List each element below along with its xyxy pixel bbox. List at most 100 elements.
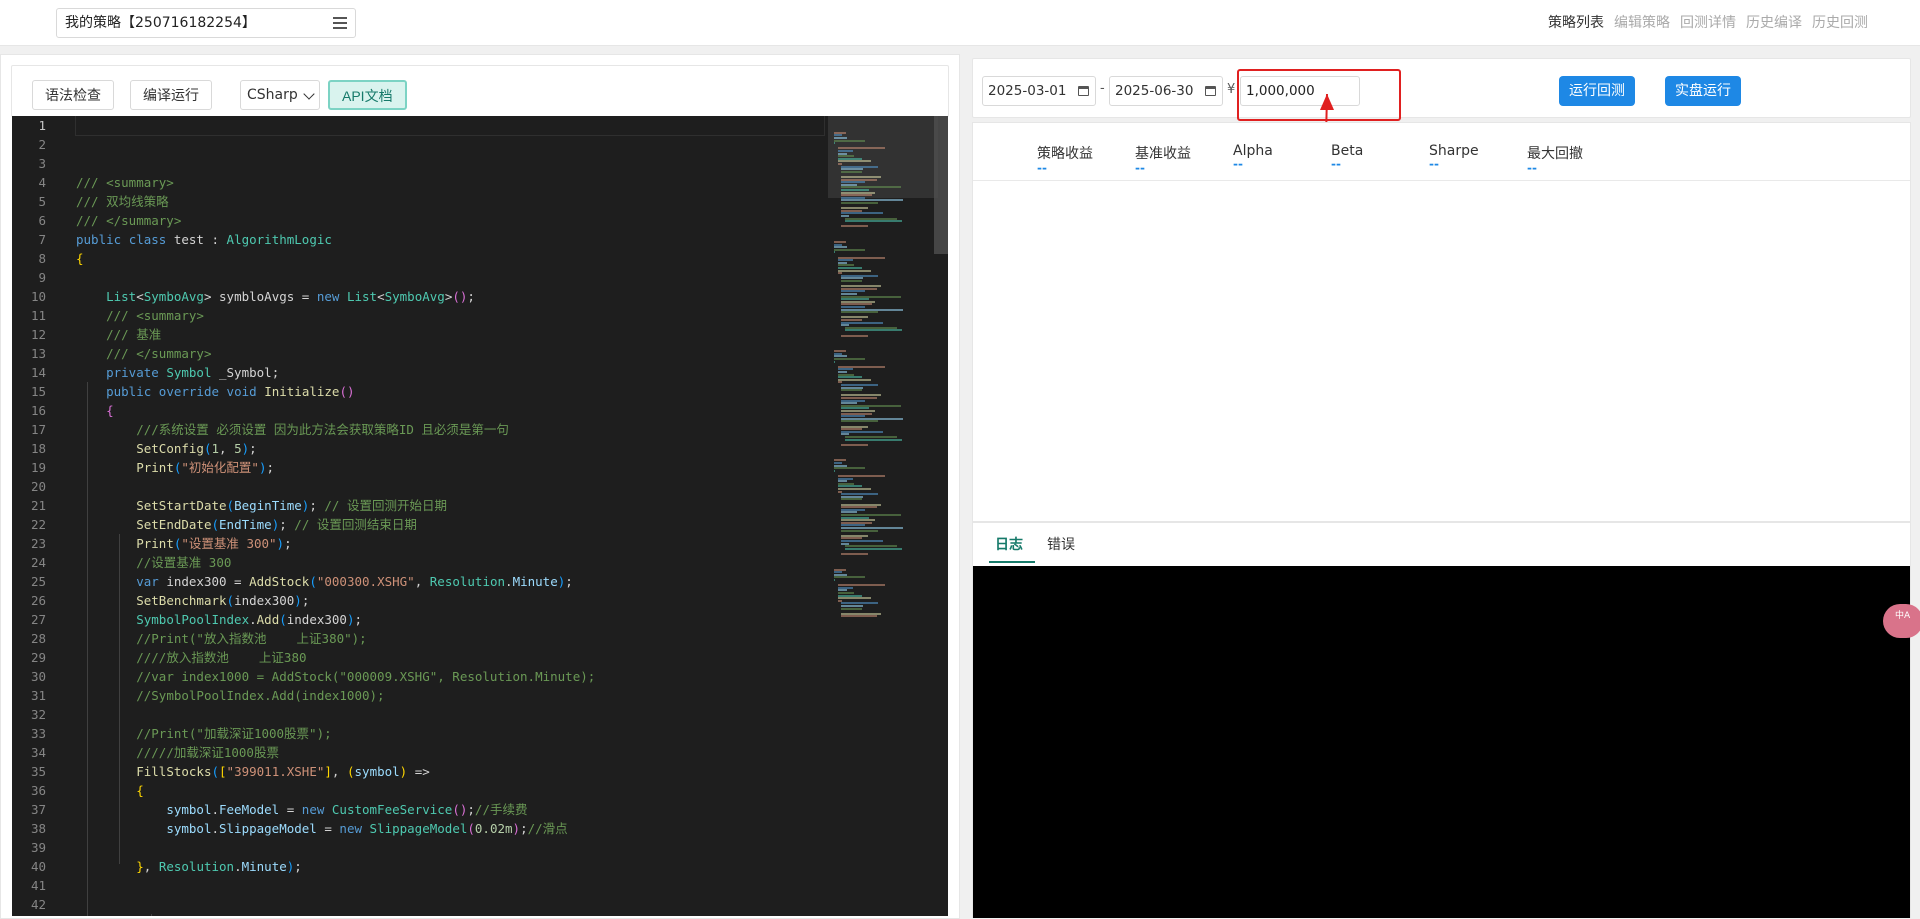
code-token: //var index1000 = AddStock("000009.XSHG"…	[136, 669, 596, 684]
line-number: 16	[30, 403, 46, 418]
code-token: (	[279, 612, 287, 627]
code-token: // 设置回测结束日期	[294, 517, 417, 532]
code-token: FeeModel	[219, 802, 280, 817]
metrics-card: 策略收益 -- 基准收益 -- Alpha -- Beta -- Sharpe …	[972, 122, 1911, 522]
code-line: //Print("加载深证1000股票");	[76, 724, 836, 743]
code-token: (	[346, 764, 355, 779]
calendar-icon	[1205, 86, 1216, 96]
code-token: ,	[414, 574, 430, 589]
code-token: ,	[143, 859, 159, 874]
strategy-name-text: 我的策略【250716182254】	[65, 15, 256, 31]
nav-compile-history[interactable]: 历史编译	[1746, 12, 1802, 32]
code-token: //Print("放入指数池 上证380");	[136, 631, 367, 646]
code-line: }, Resolution.Minute);	[76, 857, 836, 876]
nav-strategy-list[interactable]: 策略列表	[1548, 12, 1604, 32]
editor-scrollbar[interactable]	[934, 116, 948, 254]
code-token: symbol	[354, 764, 400, 779]
minimap-line	[837, 597, 871, 600]
line-number: 8	[38, 251, 46, 266]
line-number: 4	[38, 175, 46, 190]
nav-backtest-history[interactable]: 历史回测	[1812, 12, 1868, 32]
code-editor[interactable]: 1 2 3 4 5 6 7 8 9 10 11 12 13 14 15 16 17 18 19 20 21 22 23 24 2…	[12, 116, 948, 916]
code-line: //SymbolPoolIndex.Add(index1000);	[76, 686, 836, 705]
metric-label: 策略收益	[1037, 146, 1093, 162]
line-number: 3	[38, 156, 46, 171]
code-line: {	[76, 401, 836, 420]
tab-log[interactable]: 日志	[995, 534, 1023, 554]
line-number: 18	[30, 441, 46, 456]
api-docs-button[interactable]: API文档	[328, 80, 407, 110]
code-token: <	[136, 289, 144, 304]
line-number: 41	[30, 878, 46, 893]
nav-backtest-details[interactable]: 回测详情	[1680, 12, 1736, 32]
code-token: {	[136, 783, 144, 798]
line-number: 40	[30, 859, 46, 874]
line-number: 6	[38, 213, 46, 228]
minimap-line	[844, 220, 903, 223]
code-token: ;	[294, 859, 302, 874]
code-token: ;	[266, 460, 275, 475]
code-token: ;	[249, 441, 257, 456]
strategy-name-field[interactable]: 我的策略【250716182254】	[56, 8, 356, 38]
code-token: Resolution	[429, 574, 506, 589]
live-run-button[interactable]: 实盘运行	[1665, 76, 1741, 106]
compile-run-button[interactable]: 编译运行	[130, 80, 212, 110]
code-token: SetStartDate	[136, 498, 227, 513]
code-line: symbol.SlippageModel = new SlippageModel…	[76, 819, 836, 838]
end-date-input[interactable]: 2025-06-30	[1109, 76, 1223, 106]
minimap-line	[841, 420, 879, 423]
code-token: index300	[286, 612, 347, 627]
floating-widget-badge[interactable]: 中A	[1883, 604, 1920, 638]
minimap-line	[841, 553, 869, 555]
code-line	[75, 116, 825, 136]
code-token: <	[377, 289, 385, 304]
syntax-check-button[interactable]: 语法检查	[32, 80, 114, 110]
minimap-line	[841, 280, 862, 282]
line-number: 13	[30, 346, 46, 361]
code-token: test :	[166, 232, 227, 247]
code-token: ;	[354, 612, 363, 627]
code-token: (	[211, 764, 220, 779]
log-output[interactable]	[973, 566, 1910, 918]
language-select[interactable]: CSharp	[240, 80, 320, 110]
performance-chart-area	[973, 182, 1910, 522]
calendar-icon	[1078, 86, 1089, 96]
code-token: _Symbol;	[211, 365, 280, 380]
line-number: 7	[38, 232, 46, 247]
minimap-line	[841, 498, 862, 501]
code-minimap[interactable]	[828, 116, 948, 916]
code-area[interactable]: /// <summary> /// 双均线策略 /// </summary> publ…	[75, 116, 836, 916]
hamburger-menu-icon[interactable]	[333, 17, 347, 29]
minimap-line	[837, 488, 871, 490]
active-tab-indicator	[989, 561, 1035, 563]
code-line: symbol.FeeModel = new CustomFeeService()…	[76, 800, 836, 819]
minimap-line	[837, 378, 871, 381]
code-token: List	[346, 289, 378, 304]
currency-symbol: ¥	[1227, 82, 1236, 97]
code-token: // 设置回测开始日期	[324, 498, 447, 513]
line-number: 36	[30, 783, 46, 798]
code-line: ///系统设置 必须设置 因为此方法会获取策略ID 且必须是第一句	[76, 420, 836, 439]
code-token: =	[279, 802, 302, 817]
line-number: 17	[30, 422, 46, 437]
tab-errors[interactable]: 错误	[1047, 534, 1075, 554]
minimap-line	[837, 160, 871, 163]
code-token: )	[241, 441, 250, 456]
code-token: new	[316, 289, 340, 304]
minimap-line	[841, 170, 862, 173]
log-card: 日志 错误	[972, 522, 1911, 918]
line-number: 9	[38, 270, 46, 285]
minimap-line	[841, 529, 879, 532]
code-token: new	[339, 821, 362, 836]
run-backtest-button[interactable]: 运行回测	[1559, 76, 1635, 106]
start-date-input[interactable]: 2025-03-01	[982, 76, 1096, 106]
nav-edit-strategy[interactable]: 编辑策略	[1614, 12, 1670, 32]
